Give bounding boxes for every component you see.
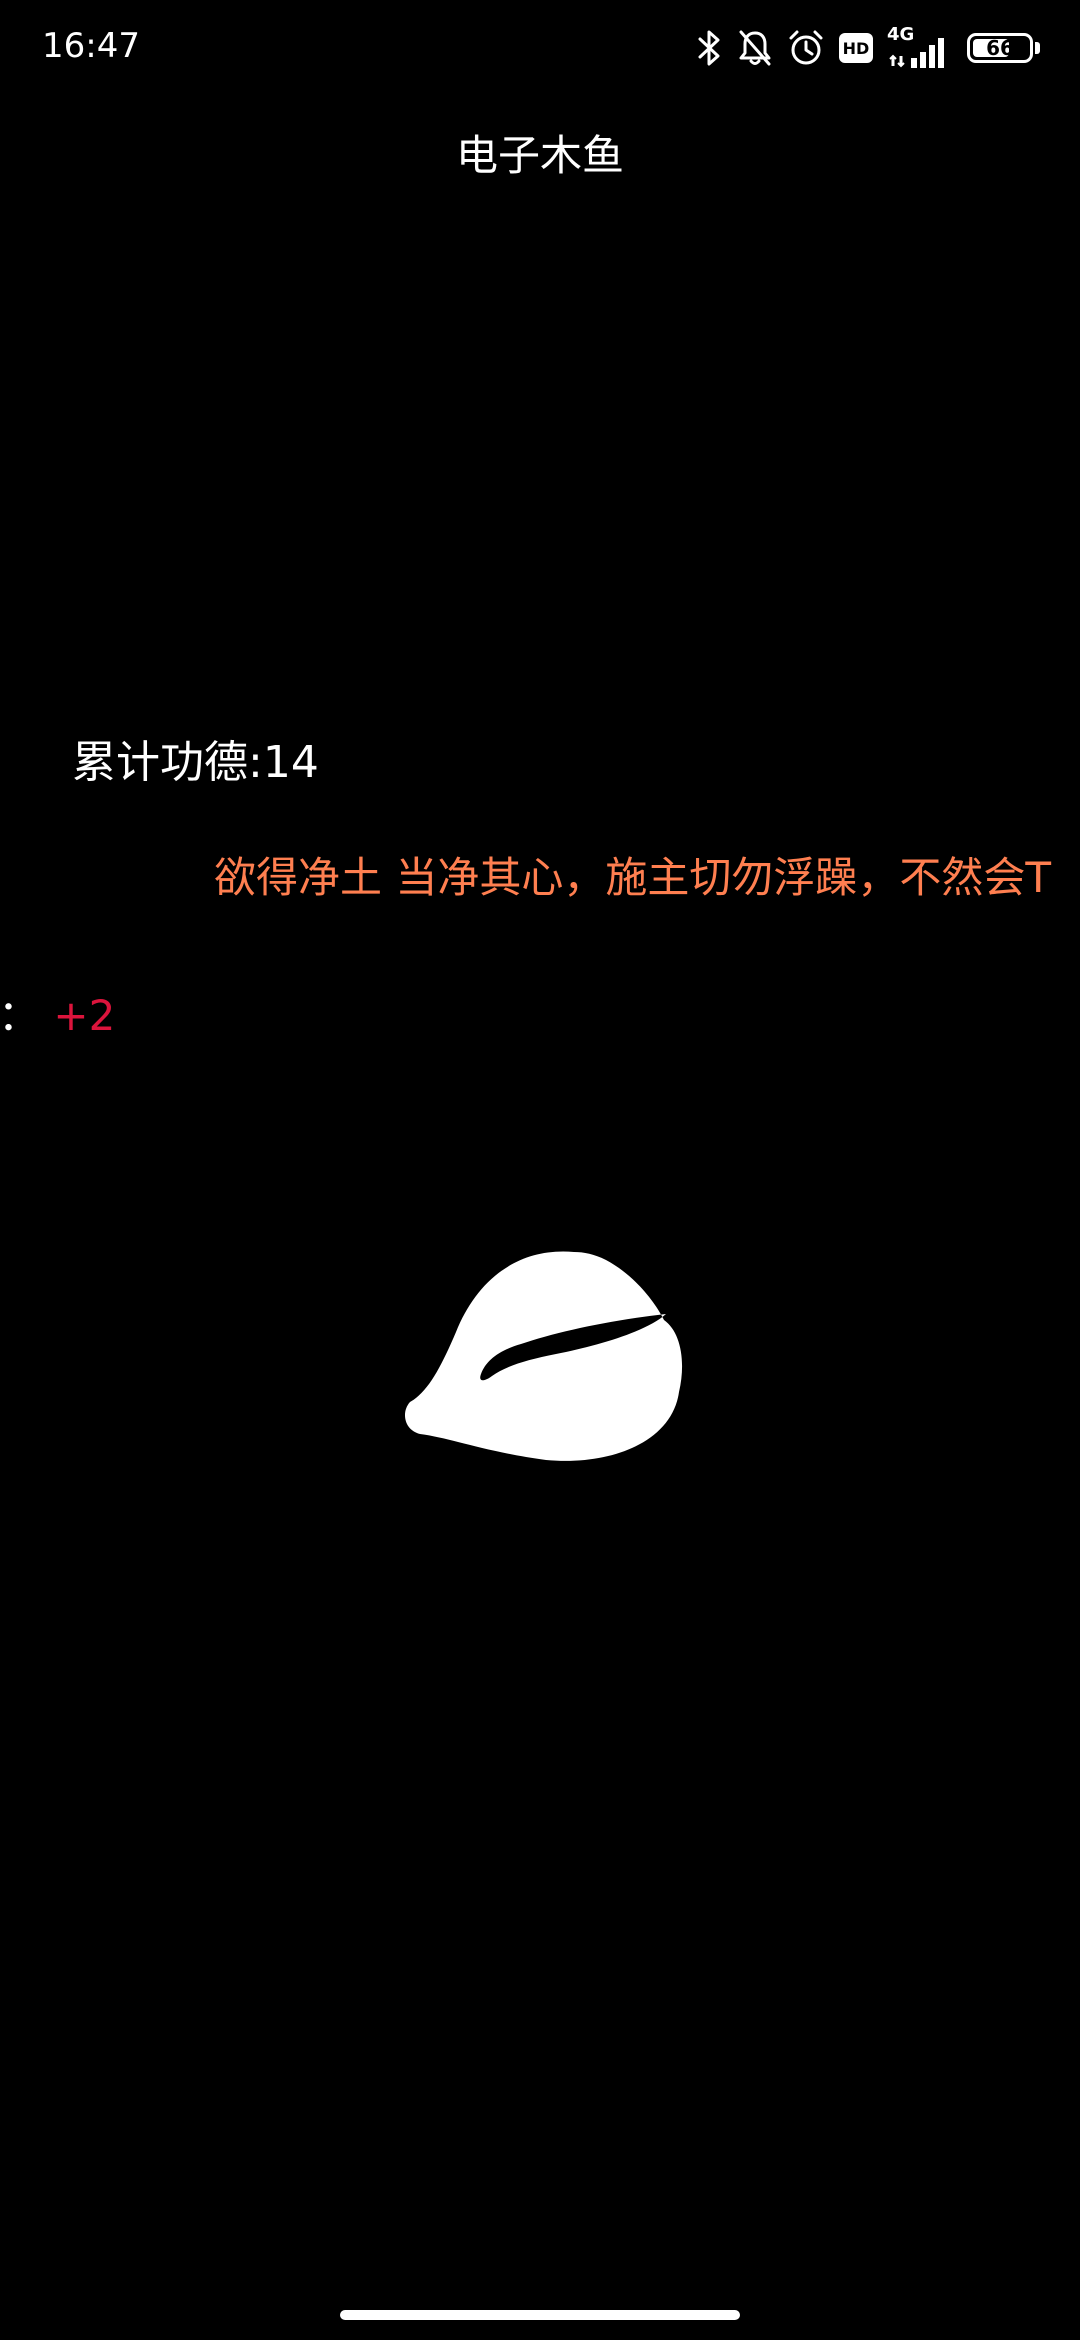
- app-title: 电子木鱼: [455, 131, 624, 180]
- merit-total: 累计功德:14: [72, 737, 319, 788]
- merit-gain: 德： +2: [0, 988, 115, 1044]
- hd-icon: HD: [839, 33, 873, 63]
- wooden-fish-button[interactable]: [396, 1242, 686, 1470]
- signal-4g-icon: 4G: [887, 24, 953, 70]
- battery-level: 66: [986, 36, 1014, 60]
- merit-gain-label: 德：: [0, 991, 41, 1040]
- notifications-off-icon: [737, 28, 773, 68]
- merit-gain-value: +2: [53, 991, 116, 1040]
- battery-cap: [1035, 42, 1040, 54]
- home-indicator[interactable]: [340, 2310, 740, 2320]
- status-time: 16:47: [42, 26, 140, 66]
- battery-icon: 66: [967, 33, 1040, 63]
- scrolling-quote: 欲得净土 当净其心，施主切勿浮躁，不然会T: [214, 853, 1052, 902]
- status-bar: 16:47 HD 4G 66: [0, 0, 1080, 96]
- alarm-icon: [787, 28, 825, 68]
- status-icons: HD 4G 66: [697, 22, 1040, 74]
- battery-body: 66: [967, 33, 1033, 63]
- wooden-fish-icon: [404, 1251, 683, 1461]
- bluetooth-icon: [697, 28, 723, 68]
